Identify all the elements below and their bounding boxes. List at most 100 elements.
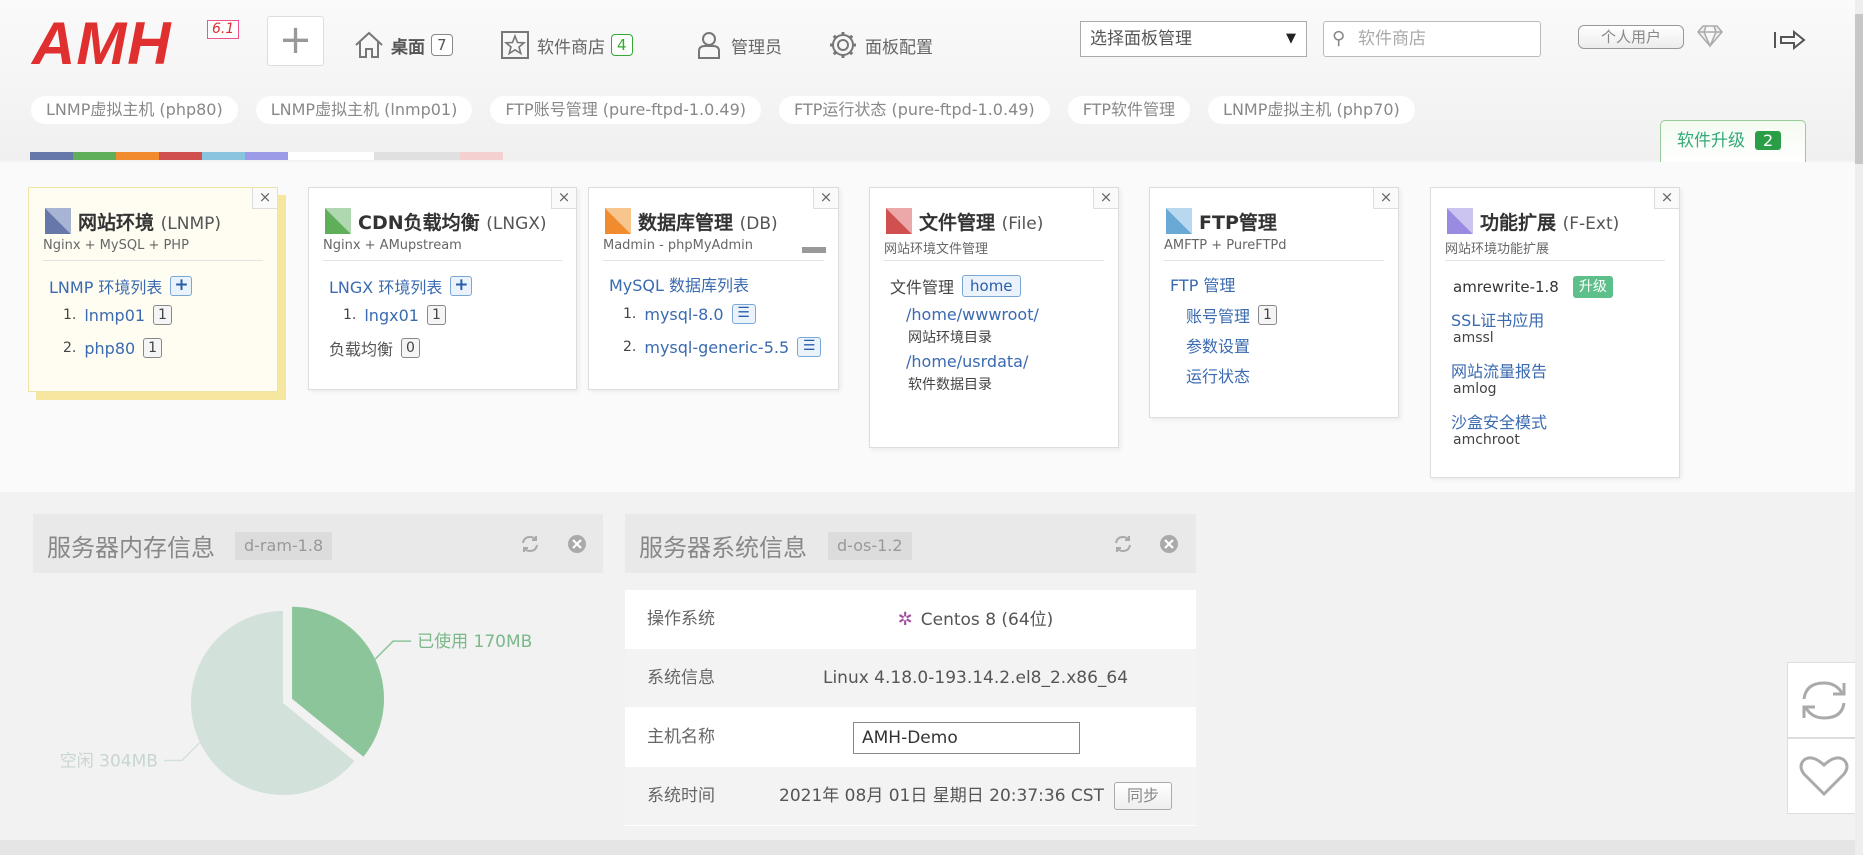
color-swatch [374,152,417,160]
nav-desktop[interactable]: 桌面 7 [353,25,453,65]
env-link-lnmp01[interactable]: lnmp01 [84,306,145,325]
ram-pie-chart: 已使用 170MB 空闲 304MB [60,606,532,795]
ftp-account-link[interactable]: 账号管理 [1186,303,1250,327]
sync-button[interactable]: 同步 [1113,782,1172,810]
ext-link-amrewrite[interactable]: amrewrite-1.8 [1453,278,1559,296]
lngx-list-link[interactable]: LNGX 环境列表 [329,274,442,298]
path-link-wwwroot[interactable]: /home/wwwroot/ [906,305,1039,324]
tab-ftp-accounts[interactable]: FTP账号管理 (pure-ftpd-1.0.49) [490,96,762,124]
menu-icon[interactable]: ☰ [797,337,822,357]
refresh-icon[interactable] [1113,534,1133,554]
tab-lnmp-php80[interactable]: LNMP虚拟主机 (php80) [31,96,238,124]
db-link-mysql-5.5[interactable]: mysql-generic-5.5 [644,338,789,357]
module-file[interactable]: × 文件管理 (File) 网站环境文件管理 文件管理 home /home/w… [869,187,1119,448]
hostname-input[interactable]: AMH-Demo [853,722,1080,754]
close-icon[interactable]: × [813,188,838,209]
env-link-php80[interactable]: php80 [84,339,135,358]
add-lngx-button[interactable]: + [450,276,473,296]
upgrade-badge[interactable]: 升级 [1572,276,1613,298]
os-label: 操作系统 [647,609,715,629]
tab-ftp-status[interactable]: FTP运行状态 (pure-ftpd-1.0.49) [779,96,1050,124]
minimize-icon[interactable] [802,247,826,253]
count-badge[interactable]: 1 [1258,305,1277,325]
version-badge: 6.1 [207,20,240,39]
home-button[interactable]: home [962,275,1021,297]
module-header: CDN负载均衡 (LNGX) [323,206,547,236]
item-index: 1. [343,307,357,323]
item-index: 2. [623,339,637,355]
ext-link-ssl[interactable]: SSL证书应用 [1451,307,1544,331]
os-row: 操作系统 ✲ Centos 8 (64位) [625,590,1196,649]
tab-ftp-software[interactable]: FTP软件管理 [1067,96,1191,124]
close-icon[interactable]: × [252,188,277,209]
amh-logo[interactable]: AMH [32,14,172,74]
lnmp-list-link[interactable]: LNMP 环境列表 [49,274,162,298]
software-upgrade-tab[interactable]: 软件升级 2 [1660,120,1806,162]
nav-admin[interactable]: 管理员 [693,25,782,65]
file-manager-link[interactable]: 文件管理 [890,274,954,298]
ftp-icon [1166,208,1192,234]
add-button[interactable]: + [267,16,324,66]
count-badge[interactable]: 1 [143,338,163,358]
module-header: 功能扩展 (F-Ext) [1445,206,1619,236]
close-icon[interactable]: × [551,188,576,209]
refresh-side-button[interactable] [1787,662,1861,738]
favorite-side-button[interactable] [1787,738,1861,814]
scrollbar[interactable] [1855,0,1863,855]
info-row: 系统信息 Linux 4.18.0-193.14.2.el8_2.x86_64 [625,649,1196,708]
load-balance-link[interactable]: 负载均衡 [329,336,393,360]
tab-lnmp-lnmp01[interactable]: LNMP虚拟主机 (lnmp01) [255,96,473,124]
ftp-status-link[interactable]: 运行状态 [1186,363,1250,387]
list-item: 1. lngx01 1 [343,305,446,325]
mysql-list-link[interactable]: MySQL 数据库列表 [609,272,749,296]
info-value: Linux 4.18.0-193.14.2.el8_2.x86_64 [822,668,1129,688]
count-badge[interactable]: 1 [426,305,446,325]
panel-select[interactable]: 选择面板管理 ▼ [1080,21,1307,57]
ext-item-amrewrite: amrewrite-1.8 升级 [1453,276,1613,298]
lngx-icon [325,208,351,234]
personal-user-button[interactable]: 个人用户 [1578,25,1684,49]
color-swatch [245,152,288,160]
divider [323,260,562,261]
module-lnmp[interactable]: × 网站环境 (LNMP) Nginx + MySQL + PHP LNMP 环… [28,187,278,392]
title-cn: 功能扩展 [1480,211,1557,234]
module-lngx[interactable]: × CDN负载均衡 (LNGX) Nginx + AMupstream LNGX… [308,187,577,390]
path-link-usrdata[interactable]: /home/usrdata/ [906,352,1028,371]
count-badge[interactable]: 1 [153,305,172,325]
close-icon[interactable]: × [1093,188,1118,209]
ext-link-traffic[interactable]: 网站流量报告 [1451,358,1547,382]
divider [43,260,263,261]
ftp-params-link[interactable]: 参数设置 [1186,333,1250,357]
ftp-manage-link[interactable]: FTP 管理 [1170,272,1235,296]
db-link-mysql-8[interactable]: mysql-8.0 [644,305,723,324]
nav-panel-config[interactable]: 面板配置 [827,25,933,65]
time-label: 系统时间 [647,786,715,806]
tab-lnmp-php70[interactable]: LNMP虚拟主机 (php70) [1208,96,1415,124]
close-icon[interactable]: × [1373,188,1398,209]
ext-link-sandbox[interactable]: 沙盒安全模式 [1451,409,1547,433]
lnmp-icon [45,208,71,234]
refresh-icon[interactable] [520,534,540,554]
count-badge[interactable]: 0 [401,338,420,358]
pie-label-line [163,741,201,762]
scrollbar-thumb[interactable] [1855,14,1863,164]
divider [1445,260,1665,261]
close-circle-icon[interactable] [567,534,587,554]
add-lnmp-button[interactable]: + [170,276,193,296]
close-circle-icon[interactable] [1159,534,1179,554]
diamond-icon[interactable] [1696,24,1724,48]
module-db[interactable]: × 数据库管理 (DB) Madmin - phpMyAdmin MySQL 数… [588,187,839,390]
nav-software-store[interactable]: 软件商店 4 [499,25,633,65]
module-ftp[interactable]: × FTP管理 AMFTP + PureFTPd FTP 管理 账号管理 1 参… [1149,187,1399,418]
env-link-lngx01[interactable]: lngx01 [364,306,419,325]
close-icon[interactable]: × [1654,188,1679,209]
logout-icon[interactable] [1772,26,1808,54]
path-desc: 软件数据目录 [908,377,992,393]
host-label: 主机名称 [647,727,715,747]
time-value: 2021年 08月 01日 星期日 20:37:36 CST [779,786,1104,806]
search-input[interactable]: ⚲ 软件商店 [1323,21,1541,57]
module-subtitle: Nginx + MySQL + PHP [43,238,189,253]
ram-panel-badge: d-ram-1.8 [235,532,333,560]
module-ext[interactable]: × 功能扩展 (F-Ext) 网站环境功能扩展 amrewrite-1.8 升级… [1430,187,1680,478]
menu-icon[interactable]: ☰ [731,304,756,324]
